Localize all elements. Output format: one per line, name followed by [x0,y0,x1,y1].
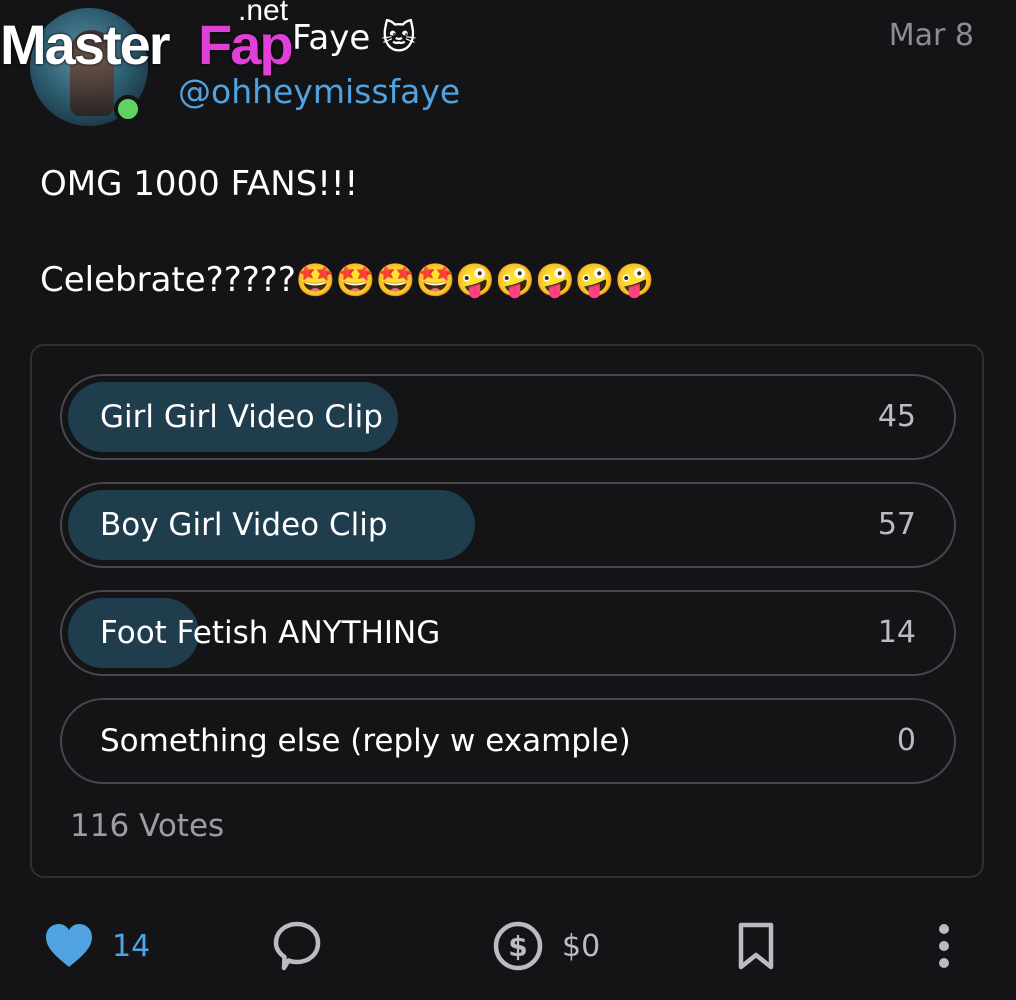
more-vertical-icon [939,924,949,968]
cat-emoji: 🐱 [381,18,417,58]
bookmark-icon [738,922,774,970]
poll-option-count: 45 [877,399,916,434]
poll-total-votes: 116 Votes [70,808,225,844]
poll-option[interactable]: Foot Fetish ANYTHING 14 [60,590,956,676]
poll-option[interactable]: Boy Girl Video Clip 57 [60,482,956,568]
comment-button[interactable] [272,918,322,974]
poll-option-label: Girl Girl Video Clip [100,399,383,435]
poll-option-label: Something else (reply w example) [100,723,631,759]
post-text-line2: Celebrate?????🤩🤩🤩🤩🤪🤪🤪🤪🤪 [40,256,655,304]
post-text: OMG 1000 FANS!!! Celebrate?????🤩🤩🤩🤩🤪🤪🤪🤪🤪 [40,160,655,304]
online-status-dot [114,95,142,123]
watermark-logo: Master Fap .net [0,0,310,82]
poll-option-count: 14 [877,615,916,650]
poll: Girl Girl Video Clip 45 Boy Girl Video C… [30,344,984,878]
poll-option-count: 57 [877,507,916,542]
svg-text:$: $ [508,930,527,963]
post-date: Mar 8 [888,18,974,53]
like-count: 14 [112,928,151,964]
poll-option-label: Foot Fetish ANYTHING [100,615,441,651]
poll-option[interactable]: Something else (reply w example) 0 [60,698,956,784]
heart-icon [46,924,92,967]
like-button[interactable]: 14 [44,918,150,974]
post-text-celebrate: Celebrate????? [40,260,296,300]
post-text-line1: OMG 1000 FANS!!! [40,164,359,204]
bookmark-button[interactable] [736,918,776,974]
comment-icon [273,921,321,971]
emoji-sequence: 🤩🤩🤩🤩🤪🤪🤪🤪🤪 [295,261,655,299]
watermark-master: Master [0,13,171,76]
user-handle[interactable]: @ohheymissfaye [178,72,460,111]
more-options-button[interactable] [932,918,956,974]
watermark-net: .net [238,0,289,27]
dollar-icon: $ [493,921,543,971]
tip-amount: $0 [562,928,601,964]
tip-button[interactable]: $ $0 [492,918,600,974]
poll-option-label: Boy Girl Video Clip [100,507,388,543]
display-name[interactable]: Faye 🐱 [292,18,417,58]
poll-option-count: 0 [896,723,916,758]
poll-option[interactable]: Girl Girl Video Clip 45 [60,374,956,460]
